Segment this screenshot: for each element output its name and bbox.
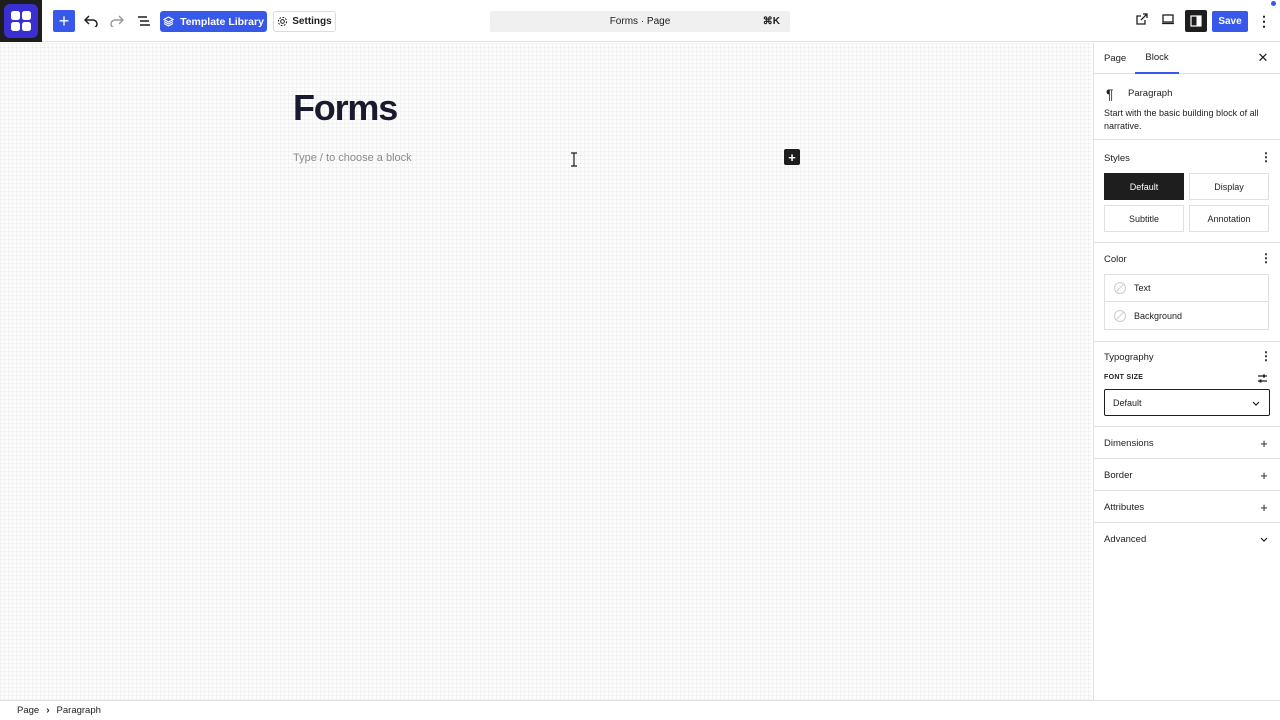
- grid-logo-icon: [4, 4, 38, 38]
- color-settings-list: Text Background: [1104, 274, 1269, 330]
- color-options-button[interactable]: ⋮: [1260, 251, 1272, 265]
- divider: [1094, 242, 1280, 243]
- notification-dot: [1271, 1, 1276, 6]
- font-size-select[interactable]: Default: [1104, 389, 1270, 416]
- editor-canvas[interactable]: Forms Type / to choose a block +: [0, 43, 1092, 700]
- post-title[interactable]: Forms: [293, 87, 398, 129]
- editor-header: + Template Library Settings Forms · Page…: [0, 0, 1280, 42]
- dimensions-label: Dimensions: [1104, 438, 1154, 449]
- kebab-menu-icon: ⋮: [1260, 251, 1272, 265]
- text-color-label: Text: [1134, 283, 1151, 293]
- kebab-menu-icon: ⋮: [1260, 150, 1272, 164]
- breadcrumb-paragraph: Paragraph: [56, 705, 101, 716]
- plus-icon: +: [1260, 500, 1268, 515]
- advanced-panel-toggle[interactable]: Advanced: [1094, 522, 1280, 554]
- block-breadcrumb: Page › Paragraph: [0, 700, 1280, 720]
- undo-button[interactable]: [82, 10, 100, 32]
- border-label: Border: [1104, 470, 1133, 481]
- style-default[interactable]: Default: [1104, 173, 1184, 200]
- color-header: Color: [1104, 254, 1127, 265]
- text-color-item[interactable]: Text: [1105, 275, 1268, 302]
- command-shortcut: ⌘K: [762, 16, 780, 27]
- layers-icon: [163, 16, 175, 27]
- tab-page[interactable]: Page: [1104, 43, 1126, 74]
- sidebar-icon: [1190, 15, 1202, 27]
- device-preview-button[interactable]: [1161, 12, 1177, 30]
- settings-sidebar: Page Block ✕ ¶ Paragraph Start with the …: [1093, 43, 1280, 700]
- advanced-label: Advanced: [1104, 534, 1147, 545]
- chevron-down-icon: [1259, 532, 1269, 547]
- styles-options-button[interactable]: ⋮: [1260, 150, 1272, 164]
- font-size-label: FONT SIZE: [1104, 374, 1144, 381]
- save-button[interactable]: Save: [1212, 11, 1248, 32]
- list-view-icon: [138, 16, 150, 26]
- block-description: Start with the basic building block of a…: [1104, 108, 1259, 131]
- style-annotation[interactable]: Annotation: [1189, 205, 1269, 232]
- border-panel-toggle[interactable]: Border +: [1094, 458, 1280, 490]
- kebab-menu-icon: ⋮: [1257, 13, 1271, 29]
- background-color-item[interactable]: Background: [1105, 302, 1268, 329]
- font-size-value: Default: [1113, 397, 1142, 408]
- breadcrumb-page[interactable]: Page: [17, 705, 39, 716]
- add-block-button[interactable]: +: [53, 10, 75, 32]
- command-palette-button[interactable]: Forms · Page ⌘K: [490, 11, 790, 32]
- sidebar-tabs: Page Block ✕: [1094, 43, 1280, 74]
- external-link-icon: [1136, 13, 1148, 25]
- attributes-panel-toggle[interactable]: Attributes +: [1094, 490, 1280, 522]
- close-icon: ✕: [1257, 50, 1269, 65]
- color-swatch-icon: [1114, 309, 1126, 322]
- kebab-menu-icon: ⋮: [1260, 349, 1272, 363]
- redo-icon: [110, 15, 124, 27]
- block-name: Paragraph: [1128, 88, 1173, 99]
- custom-size-button[interactable]: [1257, 371, 1268, 383]
- document-overview-button[interactable]: [135, 10, 153, 32]
- document-title: Forms · Page: [609, 16, 671, 27]
- plus-icon: +: [58, 11, 70, 31]
- chevron-right-icon: ›: [46, 705, 50, 716]
- style-display[interactable]: Display: [1189, 173, 1269, 200]
- paragraph-placeholder[interactable]: Type / to choose a block: [293, 152, 412, 164]
- styles-header: Styles: [1104, 153, 1130, 164]
- template-library-label: Template Library: [180, 15, 264, 28]
- settings-sliders-icon: [1258, 374, 1267, 383]
- tab-block[interactable]: Block: [1135, 43, 1179, 74]
- text-cursor-icon: [570, 152, 578, 167]
- background-color-label: Background: [1134, 310, 1183, 321]
- chevron-down-icon: [1252, 401, 1260, 406]
- site-logo[interactable]: [0, 0, 42, 42]
- template-library-button[interactable]: Template Library: [160, 11, 267, 32]
- color-swatch-icon: [1114, 282, 1126, 294]
- block-inserter-button[interactable]: +: [784, 149, 800, 165]
- plus-icon: +: [788, 149, 796, 165]
- attributes-label: Attributes: [1104, 502, 1145, 513]
- gear-icon: [278, 16, 288, 27]
- plus-icon: +: [1260, 436, 1268, 451]
- paragraph-icon: ¶: [1106, 86, 1114, 102]
- plus-icon: +: [1260, 468, 1268, 483]
- typography-options-button[interactable]: ⋮: [1260, 349, 1272, 363]
- close-sidebar-button[interactable]: ✕: [1256, 50, 1270, 65]
- style-subtitle[interactable]: Subtitle: [1104, 205, 1184, 232]
- undo-icon: [84, 15, 98, 27]
- view-page-button[interactable]: [1135, 12, 1151, 30]
- redo-button[interactable]: [108, 10, 126, 32]
- settings-button[interactable]: Settings: [273, 11, 336, 32]
- settings-sidebar-toggle[interactable]: [1185, 10, 1207, 32]
- options-button[interactable]: ⋮: [1257, 11, 1271, 32]
- block-card: ¶ Paragraph Start with the basic buildin…: [1094, 74, 1280, 140]
- settings-label: Settings: [292, 16, 332, 27]
- desktop-icon: [1162, 14, 1174, 25]
- typography-header: Typography: [1104, 352, 1154, 363]
- divider: [1094, 341, 1280, 342]
- dimensions-panel-toggle[interactable]: Dimensions +: [1094, 426, 1280, 458]
